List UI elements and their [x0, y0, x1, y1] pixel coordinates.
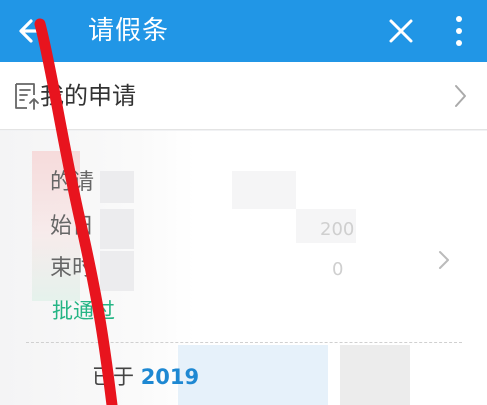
more-vertical-icon[interactable] — [444, 12, 474, 50]
blurred-region — [100, 251, 134, 291]
approval-footer: 已于 2019 — [92, 363, 199, 391]
chevron-right-icon — [439, 251, 449, 269]
approval-footer-prefix: 已于 — [92, 365, 134, 389]
blurred-region — [100, 171, 134, 203]
applicant-label: 的请 — [50, 170, 95, 195]
end-time-label: 束时 — [50, 256, 95, 281]
close-icon[interactable] — [382, 12, 420, 50]
app-bar: 请假条 — [0, 0, 487, 62]
blurred-region — [232, 171, 296, 209]
my-applications-label: 我的申请 — [40, 82, 136, 110]
approval-footer-year: 2019 — [140, 365, 200, 389]
blurred-region — [100, 209, 134, 249]
start-date-label: 始日 — [50, 214, 95, 239]
blurred-region — [178, 345, 328, 405]
end-time-value: 0 — [332, 259, 344, 280]
my-applications-row[interactable]: 我的申请 — [0, 62, 487, 130]
chevron-right-icon — [455, 85, 466, 107]
arrow-left-icon[interactable] — [14, 12, 52, 50]
approval-status: 批通过 — [52, 299, 115, 323]
start-date-value: 200 — [320, 219, 355, 240]
leave-application-card[interactable]: 的请 始日 束时 200 0 批通过 已于 2019 — [0, 131, 487, 405]
blurred-region — [340, 345, 410, 405]
card-divider — [26, 342, 462, 343]
page-title: 请假条 — [88, 16, 170, 46]
